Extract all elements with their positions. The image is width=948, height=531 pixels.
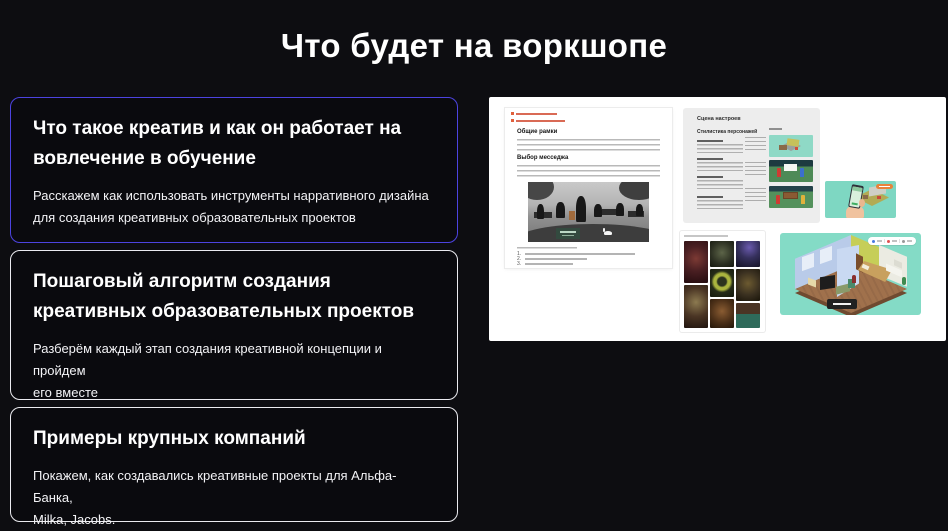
suitcase-shape [569,211,575,220]
doc-heading: Общие рамки [517,129,557,135]
doc-heading: Сцена настроев [697,116,741,122]
card-description: Покажем, как создавались креативные прое… [33,465,435,531]
artwork-tile [684,285,708,328]
text-lines-placeholder [517,139,660,153]
character-shape [852,275,856,283]
tree-shape [528,182,554,200]
reaction-icon [872,240,875,243]
link-tag-placeholder [511,112,557,115]
doc-subheading: Стилистика персонажей [697,129,757,135]
person-silhouette [576,196,586,222]
artwork-tile [736,241,760,267]
workshop-card-creative[interactable]: Что такое креатив и как он работает на в… [10,97,458,243]
characters-scene-thumb [769,160,813,182]
room-tooltip [827,299,857,309]
person-silhouette [636,204,643,216]
orange-badge [876,184,893,189]
text-lines-placeholder [745,162,766,176]
tv-shape [820,275,835,290]
phone-room-thumbnail [825,181,896,218]
swan-shape [604,231,612,235]
park-scene-image [528,182,649,242]
brief-document-thumbnail: Общие рамки Выбор месседжа 1. 2. 3. [505,108,672,268]
workshop-card-algorithm[interactable]: Пошаговый алгоритм создания креативных о… [10,250,458,400]
thumb-finger-shape [859,199,865,207]
artwork-tile [710,299,734,328]
doc-heading: Выбор месседжа [517,155,568,161]
artwork-tile [736,269,760,301]
artwork-tile [710,269,734,297]
workshop-section: { "page": { "title": "Что будет на воркш… [0,0,948,531]
person-silhouette [594,204,602,217]
card-title: Что такое креатив и как он работает на в… [33,114,435,174]
reactions-pill[interactable] [868,237,916,245]
green-plaque [556,228,580,239]
preview-collage: Общие рамки Выбор месседжа 1. 2. 3. Сц [489,97,946,341]
artwork-tile [736,303,760,328]
person-silhouette [537,204,544,219]
person-silhouette [616,203,624,216]
card-description: Разберём каждый этап создания креативной… [33,338,435,404]
example-label-placeholder [769,128,782,130]
isometric-scene-thumb [769,135,813,157]
bookmark-icon [511,119,514,122]
moodboard-document-thumbnail: Сцена настроев Стилистика персонажей [683,108,820,223]
doc-title-placeholder [684,235,728,237]
bookmark-icon [511,112,514,115]
card-description: Расскажем как использовать инструменты н… [33,185,435,229]
workshop-card-examples[interactable]: Примеры крупных компаний Покажем, как со… [10,407,458,522]
heart-icon [887,240,890,243]
card-title: Примеры крупных компаний [33,424,435,454]
pond-shape [528,224,649,242]
card-title: Пошаговый алгоритм создания креативных о… [33,267,435,327]
text-lines-placeholder [745,137,766,151]
characters-scene-thumb [769,186,813,208]
tree-shape [619,182,649,200]
text-lines-placeholder [517,165,660,179]
text-lines-placeholder [745,188,766,202]
comment-icon [902,240,905,243]
page-title: Что будет на воркшопе [0,24,948,68]
art-grid-thumbnail [680,231,765,332]
isometric-room-image [780,233,921,315]
text-lines-placeholder [517,247,577,250]
link-tag-placeholder [511,119,565,122]
artwork-tile [684,241,708,283]
person-silhouette [556,202,565,218]
artwork-tile [710,241,734,267]
plant-shape [902,277,906,285]
